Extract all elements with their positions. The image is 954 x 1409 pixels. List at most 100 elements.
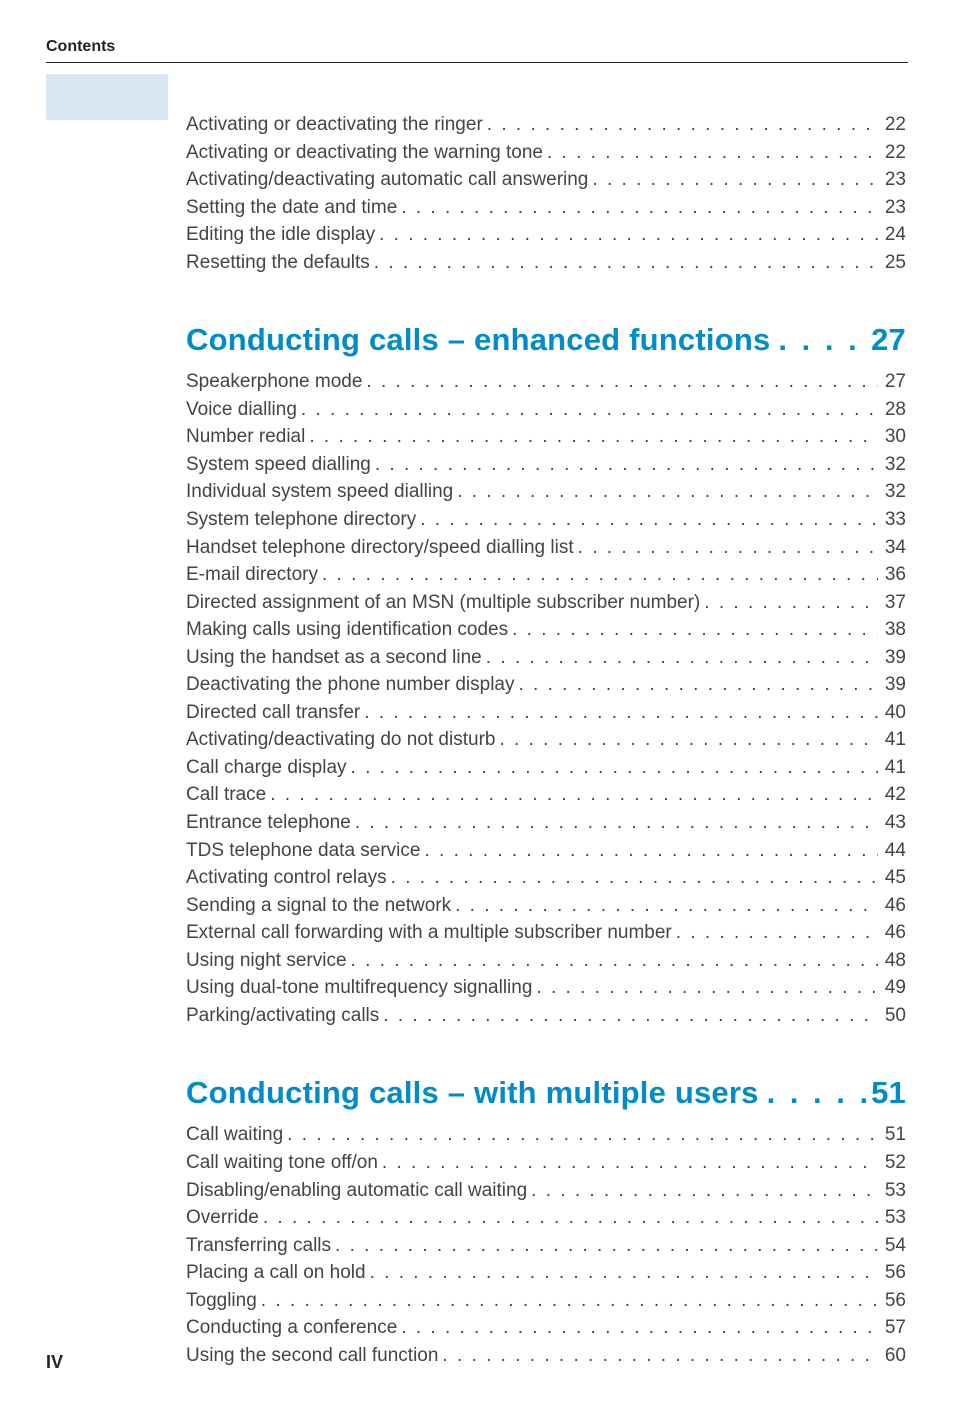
toc-entry-page: 54	[878, 1232, 906, 1260]
toc-leader: . . . . . . . . . . . . . . . . . . . . …	[438, 1342, 878, 1370]
toc-entry-page: 53	[878, 1204, 906, 1232]
toc-entry-label: Sending a signal to the network	[186, 892, 451, 920]
toc-entry-page: 25	[878, 249, 906, 277]
toc-entry-label: Call charge display	[186, 754, 347, 782]
toc-entry: Toggling . . . . . . . . . . . . . . . .…	[186, 1287, 906, 1315]
toc-entry-label: Conducting a conference	[186, 1314, 397, 1342]
toc-entry-label: Placing a call on hold	[186, 1259, 366, 1287]
toc-entry: Individual system speed dialling . . . .…	[186, 478, 906, 506]
toc-entry-page: 33	[878, 506, 906, 534]
toc-leader: . . . . . . . . . . . . . . . . . . . . …	[318, 561, 878, 589]
toc-entry: Activating or deactivating the ringer . …	[186, 111, 906, 139]
toc-entry-label: Number redial	[186, 423, 305, 451]
toc-entry-label: Using the handset as a second line	[186, 644, 482, 672]
toc-entry-page: 39	[878, 671, 906, 699]
toc-leader: . . . . . . . . . . . . . . . . . . . . …	[532, 974, 878, 1002]
toc-leader: . . . . . . . . . . . . . . . . . . . . …	[366, 1259, 878, 1287]
toc-entry: Call charge display . . . . . . . . . . …	[186, 754, 906, 782]
toc-leader: . . . . . . . . . . . . . . . . . . . . …	[387, 864, 878, 892]
toc-entry: Editing the idle display . . . . . . . .…	[186, 221, 906, 249]
toc-entry-page: 52	[878, 1149, 906, 1177]
toc-entry: Activating control relays . . . . . . . …	[186, 864, 906, 892]
toc-section-leader: . . . . . . . . . . . . . . . . . . . . …	[770, 322, 871, 358]
toc-section-title: Conducting calls – enhanced functions	[186, 322, 770, 358]
toc-entry: Making calls using identification codes …	[186, 616, 906, 644]
toc-entry-label: Speakerphone mode	[186, 368, 362, 396]
toc-entry-page: 34	[878, 534, 906, 562]
toc-entry-label: Activating or deactivating the ringer	[186, 111, 483, 139]
toc-entry-page: 28	[878, 396, 906, 424]
toc-leader: . . . . . . . . . . . . . . . . . . . . …	[420, 837, 878, 865]
toc-entry: Call waiting . . . . . . . . . . . . . .…	[186, 1121, 906, 1149]
toc-entry: Placing a call on hold . . . . . . . . .…	[186, 1259, 906, 1287]
toc-entry-page: 42	[878, 781, 906, 809]
toc-leader: . . . . . . . . . . . . . . . . . . . . …	[347, 754, 878, 782]
toc-entry-page: 45	[878, 864, 906, 892]
toc-entry-label: Resetting the defaults	[186, 249, 370, 277]
toc-entry-label: Activating/deactivating do not disturb	[186, 726, 495, 754]
toc-leader: . . . . . . . . . . . . . . . . . . . . …	[397, 1314, 878, 1342]
toc-entry-label: Call waiting tone off/on	[186, 1149, 378, 1177]
toc-entry-label: E-mail directory	[186, 561, 318, 589]
toc-entry: TDS telephone data service . . . . . . .…	[186, 837, 906, 865]
toc-entry: Call trace . . . . . . . . . . . . . . .…	[186, 781, 906, 809]
toc-entry: System telephone directory . . . . . . .…	[186, 506, 906, 534]
toc-entry-page: 39	[878, 644, 906, 672]
toc-entry-page: 46	[878, 892, 906, 920]
toc-entry-page: 43	[878, 809, 906, 837]
toc-entry: Directed assignment of an MSN (multiple …	[186, 589, 906, 617]
toc-leader: . . . . . . . . . . . . . . . . . . . . …	[283, 1121, 878, 1149]
page-folio: IV	[46, 1352, 63, 1373]
toc-section-title: Conducting calls – with multiple users	[186, 1075, 759, 1111]
toc-section-page: 27	[871, 322, 906, 358]
toc-entry: Parking/activating calls . . . . . . . .…	[186, 1002, 906, 1030]
toc-entry-label: Individual system speed dialling	[186, 478, 453, 506]
toc-entry: Handset telephone directory/speed dialli…	[186, 534, 906, 562]
toc-entry-label: Editing the idle display	[186, 221, 375, 249]
toc-leader: . . . . . . . . . . . . . . . . . . . . …	[347, 947, 878, 975]
toc-entry-page: 51	[878, 1121, 906, 1149]
toc-entry-page: 48	[878, 947, 906, 975]
toc-entry-label: Handset telephone directory/speed dialli…	[186, 534, 574, 562]
toc-entry: Transferring calls . . . . . . . . . . .…	[186, 1232, 906, 1260]
toc-entry: Number redial . . . . . . . . . . . . . …	[186, 423, 906, 451]
section-tab-strip	[46, 74, 168, 120]
toc-entry-label: Voice dialling	[186, 396, 297, 424]
toc-entry-page: 49	[878, 974, 906, 1002]
toc-entry: Deactivating the phone number display . …	[186, 671, 906, 699]
toc-leader: . . . . . . . . . . . . . . . . . . . . …	[574, 534, 878, 562]
toc-entry-label: Call waiting	[186, 1121, 283, 1149]
toc-entry: Override . . . . . . . . . . . . . . . .…	[186, 1204, 906, 1232]
toc-entry-label: Transferring calls	[186, 1232, 331, 1260]
toc-entry-label: Activating/deactivating automatic call a…	[186, 166, 588, 194]
toc-entry-page: 36	[878, 561, 906, 589]
toc-entry: Voice dialling . . . . . . . . . . . . .…	[186, 396, 906, 424]
toc-entry-page: 23	[878, 194, 906, 222]
toc-leader: . . . . . . . . . . . . . . . . . . . . …	[379, 1002, 878, 1030]
toc-entry-page: 53	[878, 1177, 906, 1205]
toc-entry: External call forwarding with a multiple…	[186, 919, 906, 947]
toc-entry-label: Activating or deactivating the warning t…	[186, 139, 543, 167]
toc-leader: . . . . . . . . . . . . . . . . . . . . …	[259, 1204, 878, 1232]
toc-entry: Directed call transfer . . . . . . . . .…	[186, 699, 906, 727]
toc-leader: . . . . . . . . . . . . . . . . . . . . …	[351, 809, 878, 837]
toc-entry-label: Setting the date and time	[186, 194, 397, 222]
toc-entry: Activating/deactivating do not disturb .…	[186, 726, 906, 754]
toc-leader: . . . . . . . . . . . . . . . . . . . . …	[543, 139, 878, 167]
toc-entry-page: 57	[878, 1314, 906, 1342]
toc-entry: Disabling/enabling automatic call waitin…	[186, 1177, 906, 1205]
toc-entry-page: 56	[878, 1287, 906, 1315]
toc-entry: Using night service . . . . . . . . . . …	[186, 947, 906, 975]
toc-entry-page: 37	[878, 589, 906, 617]
toc-entry-label: Deactivating the phone number display	[186, 671, 514, 699]
toc-leader: . . . . . . . . . . . . . . . . . . . . …	[397, 194, 878, 222]
toc-content: Activating or deactivating the ringer . …	[186, 63, 906, 1369]
toc-entry-page: 44	[878, 837, 906, 865]
toc-entry-page: 46	[878, 919, 906, 947]
toc-leader: . . . . . . . . . . . . . . . . . . . . …	[297, 396, 878, 424]
toc-leader: . . . . . . . . . . . . . . . . . . . . …	[378, 1149, 878, 1177]
toc-entry-page: 60	[878, 1342, 906, 1370]
toc-entry: Setting the date and time . . . . . . . …	[186, 194, 906, 222]
toc-leader: . . . . . . . . . . . . . . . . . . . . …	[527, 1177, 878, 1205]
toc-entry-label: Entrance telephone	[186, 809, 351, 837]
